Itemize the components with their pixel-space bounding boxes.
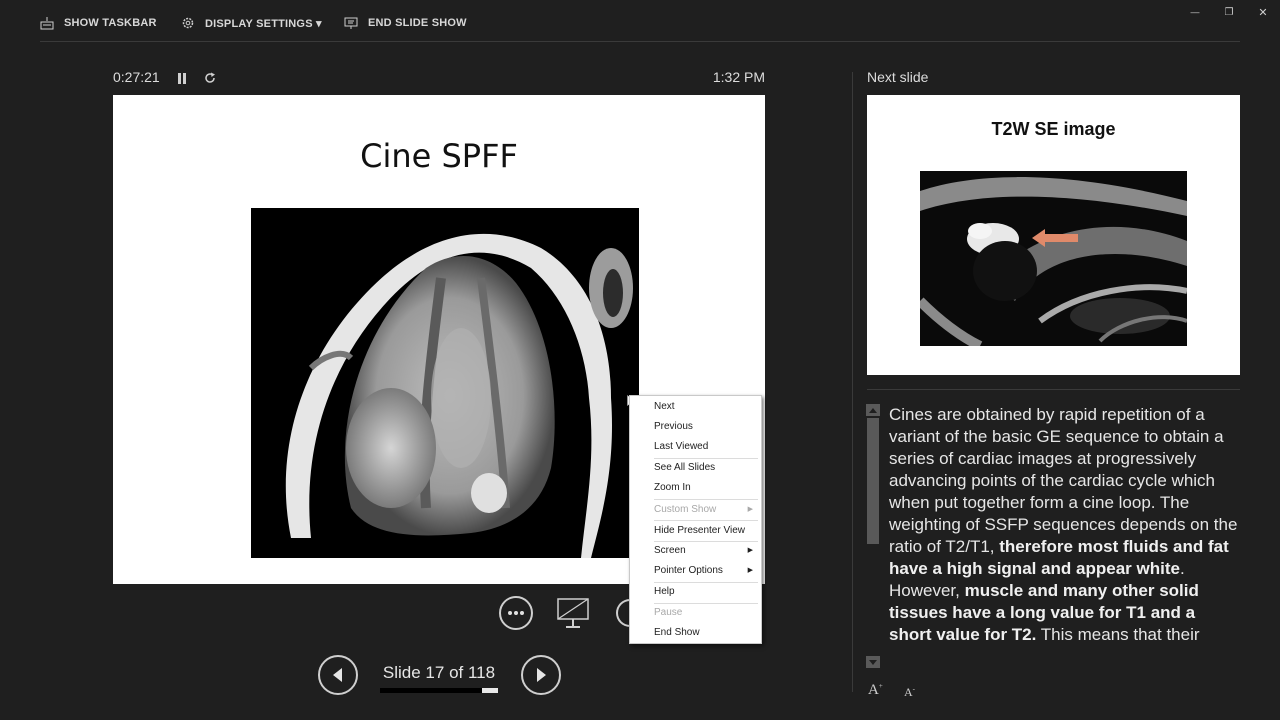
menu-item-last-viewed[interactable]: Last Viewed: [654, 437, 759, 457]
previous-slide-button[interactable]: [318, 655, 358, 695]
menu-item-help[interactable]: Help: [654, 582, 759, 602]
clock: 1:32 PM: [712, 69, 765, 85]
notes-scrollbar[interactable]: [866, 404, 880, 668]
end-slide-show-label: END SLIDE SHOW: [368, 17, 467, 29]
pause-timer-button[interactable]: [175, 70, 189, 86]
menu-item-hide-presenter-view[interactable]: Hide Presenter View: [654, 521, 759, 541]
zoom-button-partial[interactable]: [616, 599, 630, 627]
close-button[interactable]: ✕: [1247, 2, 1279, 22]
menu-item-label: Pointer Options: [654, 565, 723, 576]
pause-icon: [178, 72, 186, 84]
scroll-down-button[interactable]: [866, 656, 880, 668]
menu-item-label: Next: [654, 401, 675, 412]
presentation-icon: [344, 17, 358, 29]
submenu-arrow-icon: ▶: [747, 506, 753, 513]
screen-icon: [557, 598, 589, 628]
menu-item-label: Custom Show: [654, 504, 717, 515]
notes-text: Cines are obtained by rapid repetition o…: [889, 405, 1238, 556]
menu-item-label: Zoom In: [654, 482, 691, 493]
next-slide-preview[interactable]: T2W SE image: [867, 95, 1240, 375]
elapsed-timer: 0:27:21: [113, 69, 160, 85]
scroll-up-button[interactable]: [866, 404, 880, 416]
display-settings-label: DISPLAY SETTINGS ▾: [205, 17, 322, 30]
menu-item-previous[interactable]: Previous: [654, 417, 759, 437]
next-slide-label: Next slide: [867, 69, 929, 85]
more-options-button[interactable]: [499, 596, 533, 630]
notes-text: This means that their: [1036, 625, 1200, 644]
next-slide-button[interactable]: [521, 655, 561, 695]
end-slide-show-button[interactable]: END SLIDE SHOW: [344, 12, 467, 34]
close-icon: ✕: [1258, 6, 1268, 19]
more-icon: [508, 611, 524, 615]
menu-item-label: Screen: [654, 545, 686, 556]
gear-icon: [182, 17, 194, 29]
t2w-mri-image: [920, 171, 1187, 346]
menu-item-see-all-slides[interactable]: See All Slides: [654, 458, 759, 478]
menu-item-label: Last Viewed: [654, 441, 709, 452]
increase-font-button[interactable]: A+: [868, 682, 883, 699]
context-menu: Next Previous Last Viewed See All Slides…: [629, 395, 762, 644]
slide-progress-marker: [482, 688, 498, 693]
notes-text: .: [1179, 559, 1185, 578]
cardiac-mri-image: [251, 208, 639, 558]
slide-progress-fill: [380, 688, 397, 693]
top-divider: [40, 41, 1240, 42]
notes-text: However,: [889, 581, 965, 600]
menu-item-screen[interactable]: Screen ▶: [654, 541, 759, 561]
increase-font-icon: A+: [868, 682, 883, 698]
restart-timer-button[interactable]: [203, 70, 217, 86]
show-taskbar-button[interactable]: SHOW TASKBAR: [40, 12, 157, 34]
slide-progress-bar[interactable]: [380, 688, 498, 693]
next-slide-title: T2W SE image: [991, 119, 1116, 139]
menu-item-label: Pause: [654, 607, 683, 618]
menu-item-label: Hide Presenter View: [654, 525, 745, 536]
menu-item-custom-show: Custom Show ▶: [654, 500, 759, 520]
slide-counter[interactable]: Slide 17 of 118: [372, 663, 506, 683]
notes-divider: [867, 389, 1240, 390]
menu-item-end-show[interactable]: End Show: [654, 623, 759, 643]
chevron-up-icon: [869, 407, 877, 413]
decrease-font-button[interactable]: A-: [904, 685, 915, 700]
submenu-arrow-icon: ▶: [747, 567, 753, 574]
menu-item-pointer-options[interactable]: Pointer Options ▶: [654, 561, 759, 581]
restore-button[interactable]: ❐: [1213, 2, 1245, 22]
restore-icon: ❐: [1224, 6, 1234, 18]
slide-title: Cine SPFF: [360, 137, 518, 175]
restart-icon: [205, 72, 215, 83]
chevron-down-icon: [869, 659, 877, 665]
minimize-button[interactable]: —: [1179, 2, 1211, 22]
speaker-notes[interactable]: Cines are obtained by rapid repetition o…: [889, 404, 1241, 666]
prev-arrow-icon: [333, 668, 342, 682]
next-arrow-icon: [537, 668, 546, 682]
minimize-icon: —: [1190, 7, 1200, 17]
panel-divider: [852, 72, 853, 692]
menu-item-zoom-in[interactable]: Zoom In: [654, 478, 759, 498]
menu-item-label: Help: [654, 586, 675, 597]
decrease-font-icon: A-: [904, 685, 916, 699]
menu-item-pause: Pause: [654, 603, 759, 623]
display-settings-button[interactable]: DISPLAY SETTINGS ▾: [181, 12, 322, 34]
keyboard-icon: [40, 17, 54, 30]
scroll-thumb[interactable]: [867, 418, 879, 544]
menu-item-label: See All Slides: [654, 462, 716, 473]
menu-item-label: End Show: [654, 627, 700, 638]
menu-item-next[interactable]: Next: [654, 397, 759, 417]
show-taskbar-label: SHOW TASKBAR: [64, 17, 157, 29]
menu-item-label: Previous: [654, 421, 693, 432]
submenu-arrow-icon: ▶: [747, 547, 753, 554]
black-screen-button[interactable]: [556, 596, 592, 630]
